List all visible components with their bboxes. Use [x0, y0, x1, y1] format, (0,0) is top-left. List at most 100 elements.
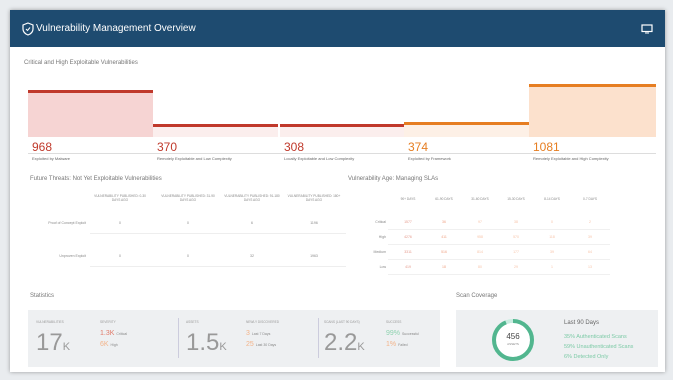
coverage-period: Last 90 Days — [564, 320, 600, 326]
sla-cell[interactable]: 0 — [534, 220, 570, 224]
sla-cell[interactable]: 97 — [462, 220, 498, 224]
sla-cell[interactable]: 13 — [572, 265, 608, 269]
sla-cell[interactable]: 39 — [534, 250, 570, 254]
scan-coverage-panel: 456 ASSETS Last 90 Days 35% Authenticate… — [456, 310, 658, 367]
sla-cell[interactable]: 411 — [426, 235, 462, 239]
row-divider — [388, 274, 610, 275]
sla-cell[interactable]: 570 — [498, 235, 534, 239]
severity-high: 6K High — [100, 341, 118, 348]
row-divider — [90, 266, 346, 267]
future-cell[interactable]: 32 — [224, 254, 280, 258]
severity-label: SEVERITY — [100, 320, 116, 324]
vulnerabilities-label: VULNERABILITIES — [36, 320, 64, 324]
dashboard-frame: Vulnerability Management Overview Critic… — [10, 10, 665, 372]
future-cell[interactable]: 0 — [92, 254, 148, 258]
critical-label: Exploited by Framework — [408, 156, 451, 161]
divider — [318, 318, 319, 358]
future-row-label: Unproven Exploit — [59, 254, 86, 258]
sla-cell[interactable]: 18 — [426, 265, 462, 269]
sla-cell[interactable]: 177 — [498, 250, 534, 254]
newly-discovered-label: NEWLY DISCOVERED — [246, 320, 280, 324]
future-cell[interactable]: 0 — [92, 221, 148, 225]
sla-cell[interactable]: 814 — [462, 250, 498, 254]
sla-cell[interactable]: 3311 — [390, 250, 426, 254]
critical-bar[interactable] — [153, 124, 278, 137]
row-divider — [388, 229, 610, 230]
header-bar: Vulnerability Management Overview — [10, 10, 665, 47]
sla-row-label: Medium — [373, 250, 386, 254]
sla-row-label: Low — [379, 265, 386, 269]
critical-value: 968 — [32, 140, 53, 154]
critical-section-title: Critical and High Exploitable Vulnerabil… — [24, 60, 138, 66]
critical-value: 308 — [284, 140, 305, 154]
coverage-line: 35% Authenticated Scans — [564, 334, 627, 340]
row-divider — [388, 244, 610, 245]
critical-label: Locally Exploitable and Low Complexity — [284, 156, 355, 161]
sla-cell[interactable]: 29 — [498, 265, 534, 269]
assets-value: 1.5K — [186, 329, 227, 356]
future-cell[interactable]: 1196 — [286, 221, 342, 225]
statistics-panel: VULNERABILITIES 17K SEVERITY 1.3K Critic… — [28, 310, 440, 367]
sla-row-label: High — [378, 235, 386, 239]
coverage-text: Unauthenticated Scans — [576, 344, 634, 350]
newly-30-days: 25 Last 30 Days — [246, 341, 277, 348]
coverage-total-label: ASSETS — [507, 342, 519, 346]
future-cell[interactable]: 6 — [224, 221, 280, 225]
sla-cell[interactable]: 39 — [572, 235, 608, 239]
sla-cell[interactable]: 80 — [462, 265, 498, 269]
coverage-pct: 59% — [564, 344, 576, 350]
sla-col-header: 15-30 DAYS — [507, 197, 525, 201]
coverage-pct: 35% — [564, 334, 576, 340]
future-cell[interactable]: 1963 — [286, 254, 342, 258]
future-cell[interactable]: 0 — [160, 221, 216, 225]
sla-cell[interactable]: 64 — [572, 250, 608, 254]
scans-label: SCANS (LAST 90 DAYS) — [324, 320, 360, 324]
future-row-label: Proof of Concept Exploit — [48, 221, 86, 225]
monitor-icon[interactable] — [641, 23, 653, 34]
critical-bar[interactable] — [529, 84, 656, 137]
sla-cell[interactable]: 1577 — [390, 220, 426, 224]
sla-cell[interactable]: 958 — [462, 235, 498, 239]
coverage-text: Authenticated Scans — [576, 334, 627, 340]
future-col-header: VULNERABILITY PUBLISHED: 31-90 DAYS AGO — [161, 194, 215, 202]
success-label: SUCCESS — [386, 320, 402, 324]
sla-cell[interactable]: 516 — [426, 250, 462, 254]
sla-col-header: 0-7 DAYS — [583, 197, 597, 201]
severity-critical: 1.3K Critical — [100, 330, 128, 337]
critical-bar[interactable] — [404, 122, 529, 137]
future-col-header: VULNERABILITY PUBLISHED: 91-180 DAYS AGO — [224, 194, 280, 202]
sla-cell[interactable]: 1 — [534, 265, 570, 269]
shield-icon — [22, 21, 34, 36]
sla-cell[interactable]: 36 — [426, 220, 462, 224]
coverage-line: 59% Unauthenticated Scans — [564, 344, 633, 350]
critical-bar[interactable] — [280, 124, 405, 137]
sla-row-label: Critical — [375, 220, 386, 224]
sla-col-header: 31-60 DAYS — [471, 197, 489, 201]
sla-cell[interactable]: 4276 — [390, 235, 426, 239]
sla-col-header: 8-14 DAYS — [544, 197, 560, 201]
sla-cell[interactable]: 2 — [572, 220, 608, 224]
row-divider — [90, 233, 346, 234]
sla-cell[interactable]: 118 — [534, 235, 570, 239]
future-threats-title: Future Threats: Not Yet Exploitable Vuln… — [30, 176, 162, 182]
assets-label: ASSETS — [186, 320, 199, 324]
row-divider — [388, 259, 610, 260]
future-col-header: VULNERABILITY PUBLISHED: 0-30 DAYS AGO — [94, 194, 146, 202]
critical-value: 374 — [408, 140, 429, 154]
sla-col-header: 61-90 DAYS — [435, 197, 453, 201]
future-cell[interactable]: 0 — [160, 254, 216, 258]
critical-divider — [28, 153, 656, 154]
critical-label: Exploited by Malware — [32, 156, 71, 161]
success-successful: 99% Successful — [386, 330, 419, 337]
statistics-title: Statistics — [30, 293, 55, 299]
divider — [178, 318, 179, 358]
sla-title: Vulnerability Age: Managing SLAs — [348, 176, 439, 182]
vulnerabilities-value: 17K — [36, 329, 71, 356]
future-col-header: VULNERABILITY PUBLISHED: 180+ DAYS AGO — [287, 194, 341, 202]
critical-bar[interactable] — [28, 90, 153, 137]
sla-cell[interactable]: 38 — [498, 220, 534, 224]
sla-cell[interactable]: 419 — [390, 265, 426, 269]
critical-label: Remotely Exploitable and High Complexity — [533, 156, 609, 161]
critical-label: Remotely Exploitable and Low Complexity — [157, 156, 232, 161]
success-failed: 1% Failed — [386, 341, 408, 348]
